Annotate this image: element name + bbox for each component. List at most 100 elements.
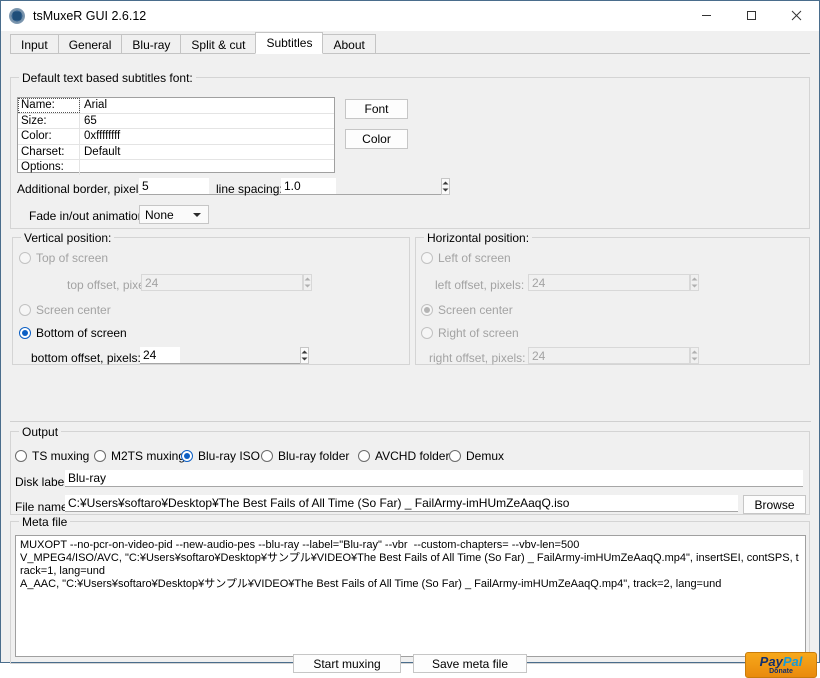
additional-border-spinner[interactable]: [139, 178, 308, 195]
disk-label-label: Disk label: [15, 475, 68, 489]
line-spacing-spinner[interactable]: [281, 178, 450, 195]
line-spacing-input[interactable]: [281, 178, 441, 195]
table-row[interactable]: Charset: Default: [18, 143, 334, 160]
radio-label: M2TS muxing: [111, 449, 186, 463]
radio-ts-muxing[interactable]: TS muxing: [15, 449, 89, 463]
line-spacing-label: line spacing:: [216, 182, 283, 196]
spinner-up-icon[interactable]: [442, 179, 449, 187]
radio-label: Blu-ray ISO: [198, 449, 261, 463]
radio-dot-icon: [261, 450, 273, 462]
radio-dot-icon: [181, 450, 193, 462]
tab-split-and-cut[interactable]: Split & cut: [180, 34, 257, 54]
font-button[interactable]: Font: [345, 99, 408, 119]
right-offset-spinner: [528, 347, 699, 364]
spinner-down-icon[interactable]: [442, 187, 449, 195]
radio-label: Screen center: [36, 303, 111, 317]
font-size-value[interactable]: 65: [80, 114, 334, 129]
radio-demux[interactable]: Demux: [449, 449, 504, 463]
maximize-icon[interactable]: [729, 1, 774, 30]
radio-dot-icon: [19, 327, 31, 339]
radio-left-of-screen[interactable]: Left of screen: [421, 251, 511, 265]
spinner-up-icon[interactable]: [301, 348, 308, 356]
vertical-position-group-title: Vertical position:: [21, 231, 115, 245]
close-icon[interactable]: [774, 1, 819, 30]
tab-general[interactable]: General: [57, 34, 123, 54]
font-options-value[interactable]: [80, 160, 334, 175]
font-color-value[interactable]: 0xffffffff: [80, 129, 334, 144]
spinner-up-icon: [691, 275, 698, 283]
paypal-donate-button[interactable]: PayPal Donate: [745, 652, 817, 678]
meta-file-group-title: Meta file: [19, 515, 71, 529]
bottom-offset-label: bottom offset, pixels:: [31, 351, 141, 365]
window-title: tsMuxeR GUI 2.6.12: [33, 8, 147, 23]
color-button[interactable]: Color: [345, 129, 408, 149]
file-name-label: File name: [15, 500, 68, 514]
spinner-buttons: [690, 347, 699, 364]
tab-subtitles[interactable]: Subtitles: [255, 32, 324, 54]
left-offset-input: [528, 274, 690, 291]
minimize-icon[interactable]: [684, 1, 729, 30]
file-name-input[interactable]: [65, 495, 738, 512]
radio-blu-ray-iso[interactable]: Blu-ray ISO: [181, 449, 260, 463]
spinner-up-icon: [691, 348, 698, 356]
tab-input[interactable]: Input: [10, 34, 59, 54]
disk-label-input[interactable]: [65, 470, 803, 487]
bottom-offset-input[interactable]: [140, 347, 300, 364]
radio-label: Blu-ray folder: [278, 449, 350, 463]
left-offset-spinner: [528, 274, 699, 291]
table-row[interactable]: Color: 0xffffffff: [18, 128, 334, 144]
radio-label: Demux: [466, 449, 505, 463]
table-row[interactable]: Options:: [18, 159, 334, 175]
radio-blu-ray-folder[interactable]: Blu-ray folder: [261, 449, 349, 463]
radio-label: Screen center: [438, 303, 513, 317]
subtitles-page: Default text based subtitles font: Name:…: [1, 54, 819, 678]
radio-right-of-screen[interactable]: Right of screen: [421, 326, 519, 340]
left-offset-label: left offset, pixels:: [435, 278, 525, 292]
meta-file-textarea[interactable]: MUXOPT --no-pcr-on-video-pid --new-audio…: [15, 535, 806, 657]
radio-label: Bottom of screen: [36, 326, 127, 340]
radio-screen-center-vertical[interactable]: Screen center: [19, 303, 111, 317]
radio-label: Right of screen: [438, 326, 519, 340]
fade-animation-label: Fade in/out animation:: [29, 209, 148, 223]
paypal-pay-text: Pay: [759, 653, 783, 669]
spinner-buttons[interactable]: [441, 178, 450, 195]
spinner-up-icon: [304, 275, 311, 283]
radio-dot-icon: [421, 252, 433, 264]
font-charset-key: Charset:: [18, 144, 80, 160]
tab-about[interactable]: About: [322, 34, 376, 54]
font-color-key: Color:: [18, 129, 80, 144]
radio-bottom-of-screen[interactable]: Bottom of screen: [19, 326, 127, 340]
radio-dot-icon: [449, 450, 461, 462]
spinner-buttons: [303, 274, 312, 291]
radio-top-of-screen[interactable]: Top of screen: [19, 251, 108, 265]
spinner-down-icon[interactable]: [301, 356, 308, 364]
browse-button[interactable]: Browse: [743, 495, 806, 514]
radio-m2ts-muxing[interactable]: M2TS muxing: [94, 449, 185, 463]
right-offset-label: right offset, pixels:: [429, 351, 526, 365]
font-name-value[interactable]: Arial: [80, 98, 334, 113]
bottom-offset-spinner[interactable]: [140, 347, 309, 364]
spinner-buttons[interactable]: [300, 347, 309, 364]
title-bar: tsMuxeR GUI 2.6.12: [1, 1, 819, 31]
spinner-buttons: [690, 274, 699, 291]
tab-blu-ray[interactable]: Blu-ray: [121, 34, 182, 54]
table-row[interactable]: Name: Arial: [18, 98, 334, 113]
font-charset-value[interactable]: Default: [80, 145, 334, 160]
radio-avchd-folder[interactable]: AVCHD folder: [358, 449, 449, 463]
save-meta-file-button[interactable]: Save meta file: [413, 654, 527, 673]
radio-screen-center-horizontal[interactable]: Screen center: [421, 303, 513, 317]
font-options-key: Options:: [18, 160, 80, 175]
radio-dot-icon: [358, 450, 370, 462]
paypal-logo-text: PayPal: [760, 655, 803, 668]
radio-dot-icon: [421, 304, 433, 316]
radio-label: Left of screen: [438, 251, 511, 265]
start-muxing-button[interactable]: Start muxing: [293, 654, 401, 673]
font-size-key: Size:: [18, 113, 80, 129]
radio-dot-icon: [94, 450, 106, 462]
radio-label: Top of screen: [36, 251, 109, 265]
table-row[interactable]: Size: 65: [18, 112, 334, 129]
font-properties-table[interactable]: Name: Arial Size: 65 Color: 0xffffffff C…: [17, 97, 335, 175]
paypal-pal-text: Pal: [782, 653, 803, 669]
radio-dot-icon: [15, 450, 27, 462]
fade-animation-combobox[interactable]: None: [139, 205, 209, 224]
